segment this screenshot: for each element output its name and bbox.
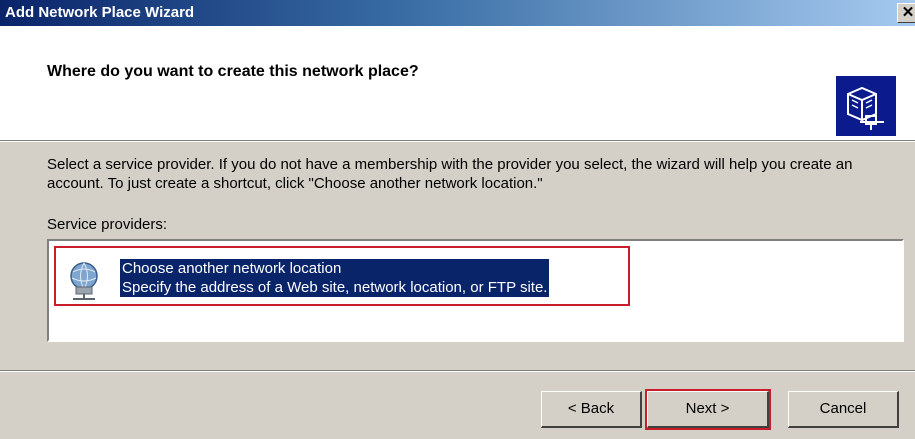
- wizard-header: Where do you want to create this network…: [0, 26, 915, 140]
- back-button[interactable]: < Back: [541, 391, 642, 428]
- list-item-choose-another-location[interactable]: Choose another network location Specify …: [54, 246, 630, 306]
- provider-title: Choose another network location: [122, 260, 342, 277]
- service-providers-label: Service providers:: [47, 216, 168, 233]
- wizard-window: Add Network Place Wizard ✕ Where do you …: [0, 0, 915, 439]
- provider-subtitle: Specify the address of a Web site, netwo…: [122, 279, 548, 296]
- network-globe-icon: [67, 260, 101, 300]
- network-folder-icon: [836, 76, 896, 136]
- close-button[interactable]: ✕: [897, 3, 915, 23]
- next-button[interactable]: Next >: [645, 389, 771, 430]
- service-providers-list[interactable]: Choose another network location Specify …: [47, 239, 904, 342]
- cancel-button[interactable]: Cancel: [788, 391, 899, 428]
- window-title: Add Network Place Wizard: [5, 4, 195, 21]
- close-icon: ✕: [901, 4, 915, 21]
- footer-divider-highlight: [0, 371, 915, 372]
- instructions-text: Select a service provider. If you do not…: [47, 156, 853, 192]
- page-title: Where do you want to create this network…: [47, 63, 419, 80]
- provider-text: Choose another network location Specify …: [120, 259, 550, 297]
- title-bar[interactable]: Add Network Place Wizard ✕: [0, 0, 915, 26]
- header-divider-highlight: [0, 141, 915, 142]
